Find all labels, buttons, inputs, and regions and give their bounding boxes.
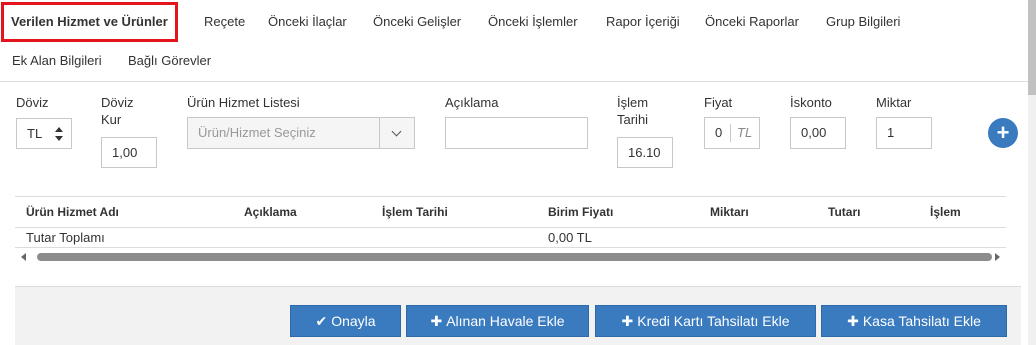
tab-bar: Verilen Hizmet ve Ürünler Reçete Önceki …: [0, 0, 1036, 82]
tab-grup-bilgileri[interactable]: Grup Bilgileri: [826, 2, 900, 42]
quantity-value: 1: [887, 125, 895, 140]
total-label: Tutar Toplamı: [26, 230, 105, 245]
discount-input[interactable]: 0,00: [790, 117, 846, 149]
date-label-line2: Tarihi: [617, 112, 649, 127]
add-cash-payment-label: Kasa Tahsilatı Ekle: [862, 313, 981, 329]
date-input[interactable]: 16.10: [617, 137, 673, 168]
tab-onceki-ilaclar[interactable]: Önceki İlaçlar: [268, 2, 347, 42]
scroll-left-icon[interactable]: [21, 253, 26, 261]
approve-label: Onayla: [331, 313, 376, 329]
action-bar: ✔ Onayla ✚ Alınan Havale Ekle ✚ Kredi Kartı…: [15, 286, 1021, 345]
horizontal-scrollbar[interactable]: [15, 250, 1006, 264]
tab-rapor-icerigi[interactable]: Rapor İçeriği: [606, 2, 680, 42]
chevron-down-icon: [391, 126, 402, 137]
rate-label-line2: Kur: [101, 112, 122, 127]
price-value: 0: [715, 125, 723, 140]
add-transfer-label: Alınan Havale Ekle: [446, 313, 565, 329]
add-item-button[interactable]: +: [988, 118, 1018, 148]
rate-label-line1: Döviz: [101, 95, 134, 110]
check-icon: ✔: [315, 313, 328, 329]
items-grid: Ürün Hizmet Adı Açıklama İşlem Tarihi Bi…: [15, 196, 1021, 266]
col-description[interactable]: Açıklama: [244, 197, 297, 227]
plus-icon: ✚: [847, 313, 859, 329]
price-input[interactable]: 0 TL: [704, 117, 760, 149]
vertical-scrollbar[interactable]: [1028, 0, 1036, 345]
plus-icon: ✚: [430, 313, 443, 329]
tab-onceki-gelisler[interactable]: Önceki Gelişler: [373, 2, 461, 42]
date-label: İşlem Tarihi: [617, 94, 648, 128]
plus-icon: +: [996, 120, 1010, 145]
add-card-payment-button[interactable]: ✚ Kredi Kartı Tahsilatı Ekle: [595, 305, 816, 337]
add-transfer-button[interactable]: ✚ Alınan Havale Ekle: [406, 305, 589, 337]
tab-recete[interactable]: Reçete: [204, 2, 245, 42]
col-date[interactable]: İşlem Tarihi: [382, 197, 448, 227]
currency-select[interactable]: TL: [16, 118, 72, 149]
tab-verilen-hizmet[interactable]: Verilen Hizmet ve Ürünler: [1, 2, 178, 42]
date-value: 16.10: [628, 145, 661, 160]
col-action[interactable]: İşlem: [930, 197, 961, 227]
scroll-thumb[interactable]: [37, 253, 992, 261]
col-unit-price[interactable]: Birim Fiyatı: [548, 197, 613, 227]
product-label: Ürün Hizmet Listesi: [187, 95, 300, 110]
rate-label: Döviz Kur: [101, 94, 134, 128]
currency-value: TL: [27, 126, 43, 141]
price-divider: [730, 124, 731, 142]
tab-onceki-raporlar[interactable]: Önceki Raporlar: [705, 2, 799, 42]
quantity-input[interactable]: 1: [876, 117, 932, 149]
add-card-payment-label: Kredi Kartı Tahsilatı Ekle: [637, 313, 790, 329]
col-amount[interactable]: Tutarı: [828, 197, 860, 227]
total-value: 0,00 TL: [548, 230, 592, 245]
description-input[interactable]: [445, 117, 588, 149]
grid-total-row: Tutar Toplamı 0,00 TL: [15, 228, 1006, 248]
add-cash-payment-button[interactable]: ✚ Kasa Tahsilatı Ekle: [821, 305, 1007, 337]
rate-input[interactable]: 1,00: [101, 137, 157, 168]
approve-button[interactable]: ✔ Onayla: [290, 305, 401, 337]
discount-value: 0,00: [801, 125, 827, 140]
date-label-line1: İşlem: [617, 95, 649, 110]
rate-value: 1,00: [112, 145, 138, 160]
vertical-scroll-thumb[interactable]: [1028, 0, 1036, 95]
tab-onceki-islemler[interactable]: Önceki İşlemler: [488, 2, 578, 42]
product-dropdown-button[interactable]: [379, 118, 414, 148]
discount-label: İskonto: [790, 95, 832, 110]
updown-arrows-icon: [55, 127, 63, 141]
description-label: Açıklama: [445, 95, 499, 110]
grid-header: Ürün Hizmet Adı Açıklama İşlem Tarihi Bi…: [15, 196, 1006, 228]
product-combobox[interactable]: Ürün/Hizmet Seçiniz: [187, 117, 415, 149]
quantity-label: Miktar: [876, 95, 912, 110]
tab-bagli-gorevler[interactable]: Bağlı Görevler: [128, 41, 211, 81]
currency-label: Döviz: [16, 95, 49, 110]
product-placeholder: Ürün/Hizmet Seçiniz: [198, 125, 316, 140]
tab-ek-alan-bilgileri[interactable]: Ek Alan Bilgileri: [12, 41, 102, 81]
plus-icon: ✚: [621, 313, 634, 329]
price-label: Fiyat: [704, 95, 733, 110]
scroll-right-icon[interactable]: [995, 253, 1000, 261]
col-product-name[interactable]: Ürün Hizmet Adı: [26, 197, 119, 227]
price-unit: TL: [737, 125, 753, 140]
col-quantity[interactable]: Miktarı: [710, 197, 749, 227]
